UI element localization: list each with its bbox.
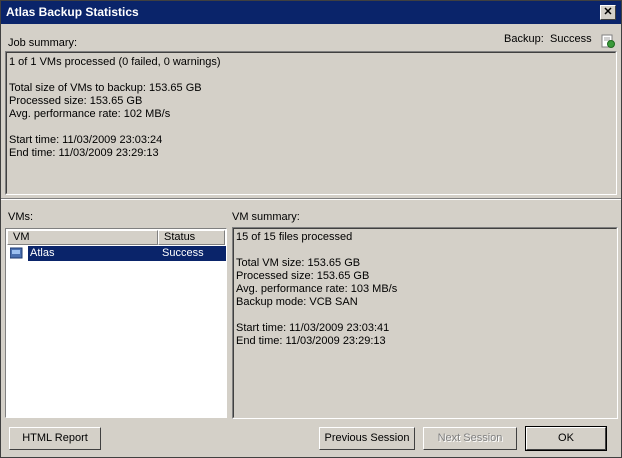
vm-summary-line: End time: 11/03/2009 23:29:13 [236, 335, 386, 347]
job-summary-box: 1 of 1 VMs processed (0 failed, 0 warnin… [5, 51, 617, 195]
html-report-button[interactable]: HTML Report [9, 427, 101, 450]
vms-list[interactable]: VM Status Atlas Success [5, 228, 227, 418]
backup-status: Success [550, 33, 592, 45]
ok-button[interactable]: OK [525, 426, 607, 451]
previous-session-button[interactable]: Previous Session [319, 427, 415, 450]
job-summary-line: Total size of VMs to backup: 153.65 GB [9, 82, 202, 94]
vm-summary-line: Processed size: 153.65 GB [236, 270, 370, 282]
vm-summary-line: Start time: 11/03/2009 23:03:41 [236, 322, 390, 334]
job-summary-line: Avg. performance rate: 102 MB/s [9, 108, 171, 120]
vm-summary-line [236, 309, 614, 322]
job-summary-line: Processed size: 153.65 GB [9, 95, 143, 107]
vm-summary-line: 15 of 15 files processed [236, 231, 353, 243]
vm-summary-line [236, 244, 614, 257]
job-summary-line [9, 121, 613, 134]
vm-summary-label: VM summary: [232, 211, 300, 223]
report-status-icon [601, 34, 615, 48]
job-summary-label: Job summary: [8, 37, 78, 49]
column-header-vm-label: VM [13, 231, 30, 243]
next-session-button[interactable]: Next Session [423, 427, 517, 450]
vm-summary-line: Backup mode: VCB SAN [236, 296, 358, 308]
vm-summary-line: Avg. performance rate: 103 MB/s [236, 283, 398, 295]
backup-label: Backup: [504, 33, 544, 45]
job-summary-line: End time: 11/03/2009 23:29:13 [9, 147, 159, 159]
column-header-status[interactable]: Status [158, 230, 225, 245]
divider [1, 198, 621, 200]
list-item[interactable]: Atlas Success [10, 246, 226, 261]
vm-status: Success [162, 247, 204, 259]
job-summary-line: 1 of 1 VMs processed (0 failed, 0 warnin… [9, 56, 221, 68]
column-header-vm[interactable]: VM [7, 230, 158, 245]
close-icon: ✕ [603, 6, 613, 18]
vm-icon [10, 247, 23, 259]
job-summary-line [9, 69, 613, 82]
title-bar[interactable]: Atlas Backup Statistics ✕ [1, 1, 621, 24]
vm-summary-box: 15 of 15 files processed Total VM size: 1… [232, 227, 618, 419]
close-button[interactable]: ✕ [600, 5, 616, 20]
vms-label: VMs: [8, 211, 34, 223]
vm-summary-line: Total VM size: 153.65 GB [236, 257, 361, 269]
job-summary-line: Start time: 11/03/2009 23:03:24 [9, 134, 163, 146]
backup-statistics-window: Atlas Backup Statistics ✕ Job summary: B… [0, 0, 622, 458]
window-title: Atlas Backup Statistics [6, 5, 139, 19]
column-header-status-label: Status [164, 231, 196, 243]
